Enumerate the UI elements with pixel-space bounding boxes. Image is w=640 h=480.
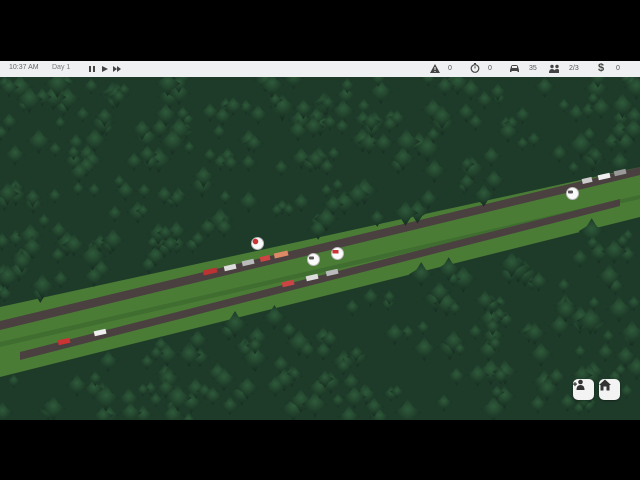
timer-stat: 0 xyxy=(470,63,492,73)
vehicles-stat: 35 xyxy=(509,63,537,73)
add-person-icon xyxy=(573,379,585,390)
day-counter: Day 1 xyxy=(52,64,71,71)
letterbox-bottom xyxy=(0,420,640,480)
money-amount: 0 xyxy=(616,64,620,72)
fast-forward-icon xyxy=(113,65,121,72)
warning-icon xyxy=(430,63,440,73)
people-icon xyxy=(549,63,559,73)
stopwatch-icon xyxy=(470,63,480,73)
game-clock: 10:37 AM xyxy=(9,64,39,71)
people-stat: 2/3 xyxy=(549,63,579,73)
play-icon xyxy=(101,65,108,72)
car-marker-icon xyxy=(309,256,314,260)
incidents-count: 0 xyxy=(448,64,452,72)
game-viewport[interactable] xyxy=(0,77,640,420)
timer-count: 0 xyxy=(488,64,492,72)
add-unit-button[interactable] xyxy=(573,379,594,400)
alert-icon xyxy=(252,238,259,245)
incident-marker[interactable] xyxy=(251,237,264,250)
pause-button[interactable] xyxy=(87,64,96,73)
dollar-icon: $ xyxy=(597,62,605,74)
fast-forward-button[interactable] xyxy=(113,64,122,73)
money-stat: $ 0 xyxy=(596,62,620,74)
letterbox-top xyxy=(0,0,640,61)
car-icon xyxy=(509,63,519,73)
home-button[interactable] xyxy=(599,379,620,400)
home-icon xyxy=(599,379,611,391)
play-button[interactable] xyxy=(100,64,109,73)
truck-marker-icon xyxy=(332,250,339,254)
vehicles-count: 35 xyxy=(529,64,537,72)
unit-marker[interactable] xyxy=(331,247,344,260)
vehicle-marker[interactable] xyxy=(307,253,320,266)
car-marker-icon xyxy=(568,190,573,194)
people-count: 2/3 xyxy=(569,64,579,72)
incidents-stat: 0 xyxy=(430,63,452,73)
vehicle-marker-east[interactable] xyxy=(566,187,579,200)
forest-map xyxy=(0,77,640,420)
pause-icon xyxy=(88,65,95,72)
top-status-bar: 10:37 AM Day 1 0 0 35 2/3 $ 0 xyxy=(0,61,640,77)
